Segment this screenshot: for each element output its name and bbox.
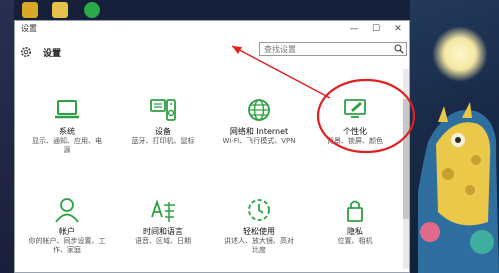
sun-glow [432, 26, 488, 82]
tile-description: 背景、锁屏、颜色 [327, 137, 383, 145]
title-bar[interactable]: 设置 — ☐ ✕ [15, 21, 409, 37]
lock-icon [347, 200, 363, 222]
tile-description: 位置、相机 [337, 237, 373, 245]
tile-description: 讲述人、放大镜、高对 比度 [224, 237, 294, 254]
globe-icon [248, 99, 270, 121]
laptop-icon [55, 100, 79, 119]
tile-description: 语音、区域、日期 [135, 237, 191, 245]
tile-label: 时间和语言 [143, 227, 183, 236]
minimize-button[interactable]: — [343, 21, 365, 37]
time-language-icon [151, 199, 175, 222]
person-icon [55, 198, 79, 223]
tile-description: 显示、通知、应用、电 源 [32, 137, 102, 154]
desktop-app-icon[interactable] [84, 2, 100, 18]
tile-devices[interactable]: 设备 蓝牙、打印机、鼠标 [115, 97, 211, 169]
tile-label: 网络和 Internet [229, 127, 289, 136]
window-controls: — ☐ ✕ [343, 21, 409, 37]
desktop-folder-icon[interactable] [22, 2, 38, 18]
scroll-thumb[interactable] [403, 99, 409, 219]
maximize-button[interactable]: ☐ [365, 21, 387, 37]
tile-network[interactable]: 网络和 Internet Wi-Fi、飞行模式、VPN [211, 97, 307, 169]
tile-label: 轻松使用 [243, 227, 275, 236]
ease-of-access-icon [248, 199, 270, 221]
tile-personalization[interactable]: 个性化 背景、锁屏、颜色 [307, 97, 403, 169]
tile-system[interactable]: 系统 显示、通知、应用、电 源 [19, 97, 115, 169]
tile-description: 蓝牙、打印机、鼠标 [131, 137, 195, 145]
search-box[interactable] [259, 42, 407, 56]
tile-label: 设备 [155, 127, 171, 136]
tile-ease-of-access[interactable]: 轻松使用 讲述人、放大镜、高对 比度 [211, 197, 307, 269]
settings-window: 设置 — ☐ ✕ 设置 系统 显示、通知、应用、电 源 [14, 20, 410, 273]
keyboard-speaker-icon [150, 99, 176, 121]
tile-label: 隐私 [347, 227, 363, 236]
paint-monitor-icon [344, 99, 366, 118]
tile-label: 个性化 [343, 127, 367, 136]
tile-label: 系统 [59, 127, 75, 136]
tile-label: 帐户 [59, 227, 75, 236]
desktop-left-strip [0, 0, 14, 273]
scrollbar[interactable] [403, 69, 409, 269]
close-button[interactable]: ✕ [387, 21, 409, 37]
search-icon[interactable] [394, 44, 404, 54]
page-title: 设置 [43, 49, 62, 59]
desktop-shortcut-icon[interactable] [52, 2, 68, 18]
gear-icon [21, 47, 31, 57]
tile-time-language[interactable]: 时间和语言 语音、区域、日期 [115, 197, 211, 269]
tile-accounts[interactable]: 帐户 你的帐户、同步设置、工 作、家庭 [19, 197, 115, 269]
tile-privacy[interactable]: 隐私 位置、相机 [307, 197, 403, 269]
tile-description: 你的帐户、同步设置、工 作、家庭 [28, 237, 106, 254]
giraffe-illustration [418, 102, 499, 273]
search-input[interactable] [262, 43, 390, 55]
tile-description: Wi-Fi、飞行模式、VPN [222, 137, 296, 145]
window-title: 设置 [21, 24, 37, 33]
